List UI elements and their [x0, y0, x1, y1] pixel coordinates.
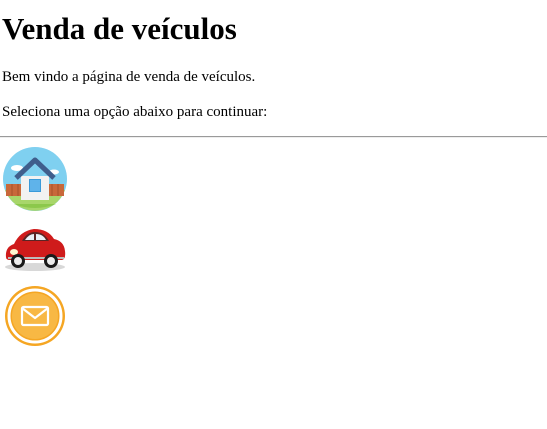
mail-option-link[interactable]: [2, 285, 68, 351]
home-icon: [3, 147, 67, 211]
car-option-link[interactable]: [2, 219, 68, 275]
home-option-link[interactable]: [2, 146, 68, 212]
page-title: Venda de veículos: [2, 11, 237, 46]
car-icon: [5, 229, 66, 271]
welcome-text: Bem vindo a página de venda de veículos.: [2, 69, 256, 85]
instruction-text: Seleciona uma opção abaixo para continua…: [2, 104, 268, 120]
divider: [0, 136, 547, 138]
mail-icon: [5, 286, 65, 346]
